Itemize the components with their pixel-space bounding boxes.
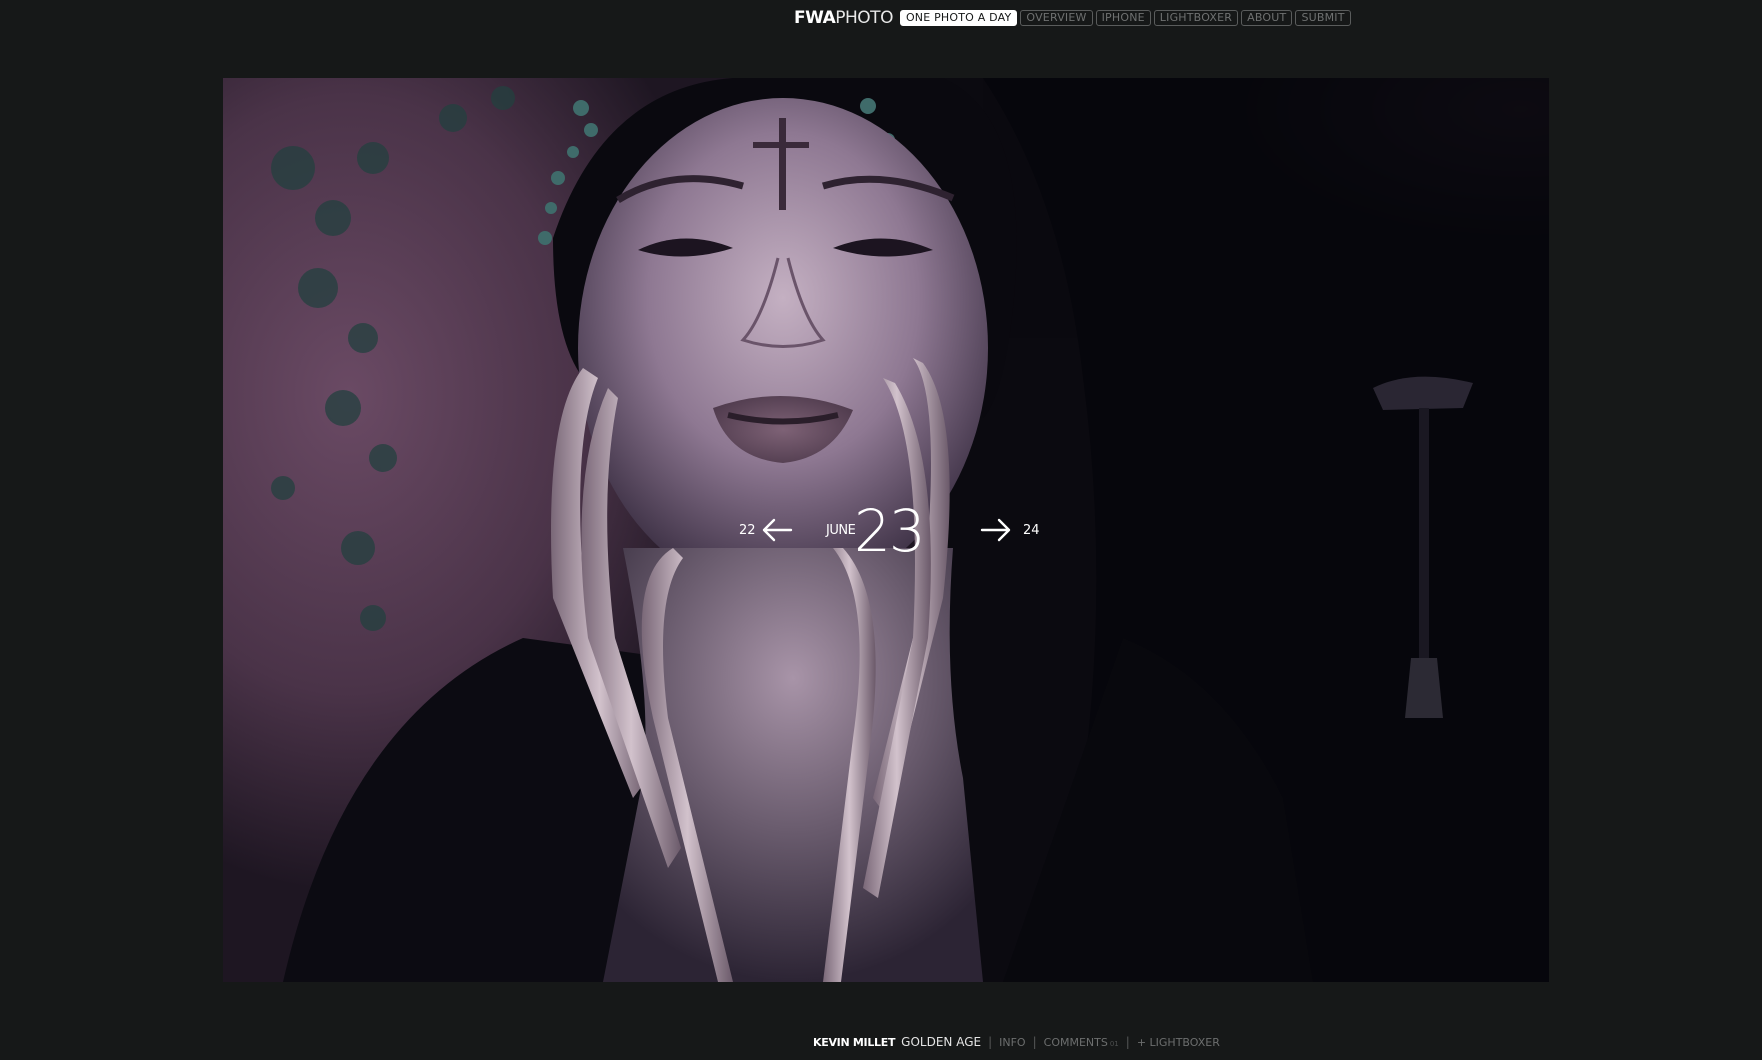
comments-label: COMMENTS (1043, 1035, 1108, 1049)
date-navigator: 22 JUNE 23 24 (730, 500, 1050, 562)
nav-one-photo-a-day[interactable]: ONE PHOTO A DAY (899, 10, 1018, 26)
logo-bold: FWA (794, 8, 836, 28)
nav-lightboxer[interactable]: LIGHTBOXER (1153, 10, 1239, 26)
photographer-name[interactable]: KEVIN MILLET (813, 1036, 895, 1049)
nav-overview[interactable]: OVERVIEW (1020, 10, 1093, 26)
divider: | (1125, 1035, 1130, 1049)
prev-day-number[interactable]: 22 (739, 523, 756, 538)
nav-submit[interactable]: SUBMIT (1295, 10, 1351, 26)
comments-count: 01 (1109, 1039, 1119, 1048)
divider: | (1032, 1035, 1037, 1049)
divider: | (988, 1035, 993, 1049)
top-nav: FWAPHOTO ONE PHOTO A DAY OVERVIEW IPHONE… (794, 8, 1351, 28)
arrow-left-icon[interactable] (761, 517, 793, 543)
arrow-right-icon[interactable] (980, 517, 1012, 543)
nav-iphone[interactable]: IPHONE (1095, 10, 1151, 26)
info-link[interactable]: INFO (999, 1036, 1025, 1049)
add-to-lightbox-link[interactable]: + LIGHTBOXER (1137, 1036, 1220, 1049)
current-day: 23 (854, 497, 926, 565)
nav-about[interactable]: ABOUT (1241, 10, 1293, 26)
page: FWAPHOTO ONE PHOTO A DAY OVERVIEW IPHONE… (0, 0, 1762, 1060)
fwa-photo-logo[interactable]: FWAPHOTO (794, 8, 893, 28)
current-month: JUNE (826, 523, 856, 538)
logo-light: PHOTO (835, 8, 893, 28)
photo-title: GOLDEN AGE (901, 1035, 982, 1049)
comments-link[interactable]: COMMENTS 01 (1044, 1036, 1119, 1049)
photo-credits: KEVIN MILLET GOLDEN AGE | INFO | COMMENT… (813, 1034, 1220, 1050)
next-day-number[interactable]: 24 (1023, 523, 1040, 538)
